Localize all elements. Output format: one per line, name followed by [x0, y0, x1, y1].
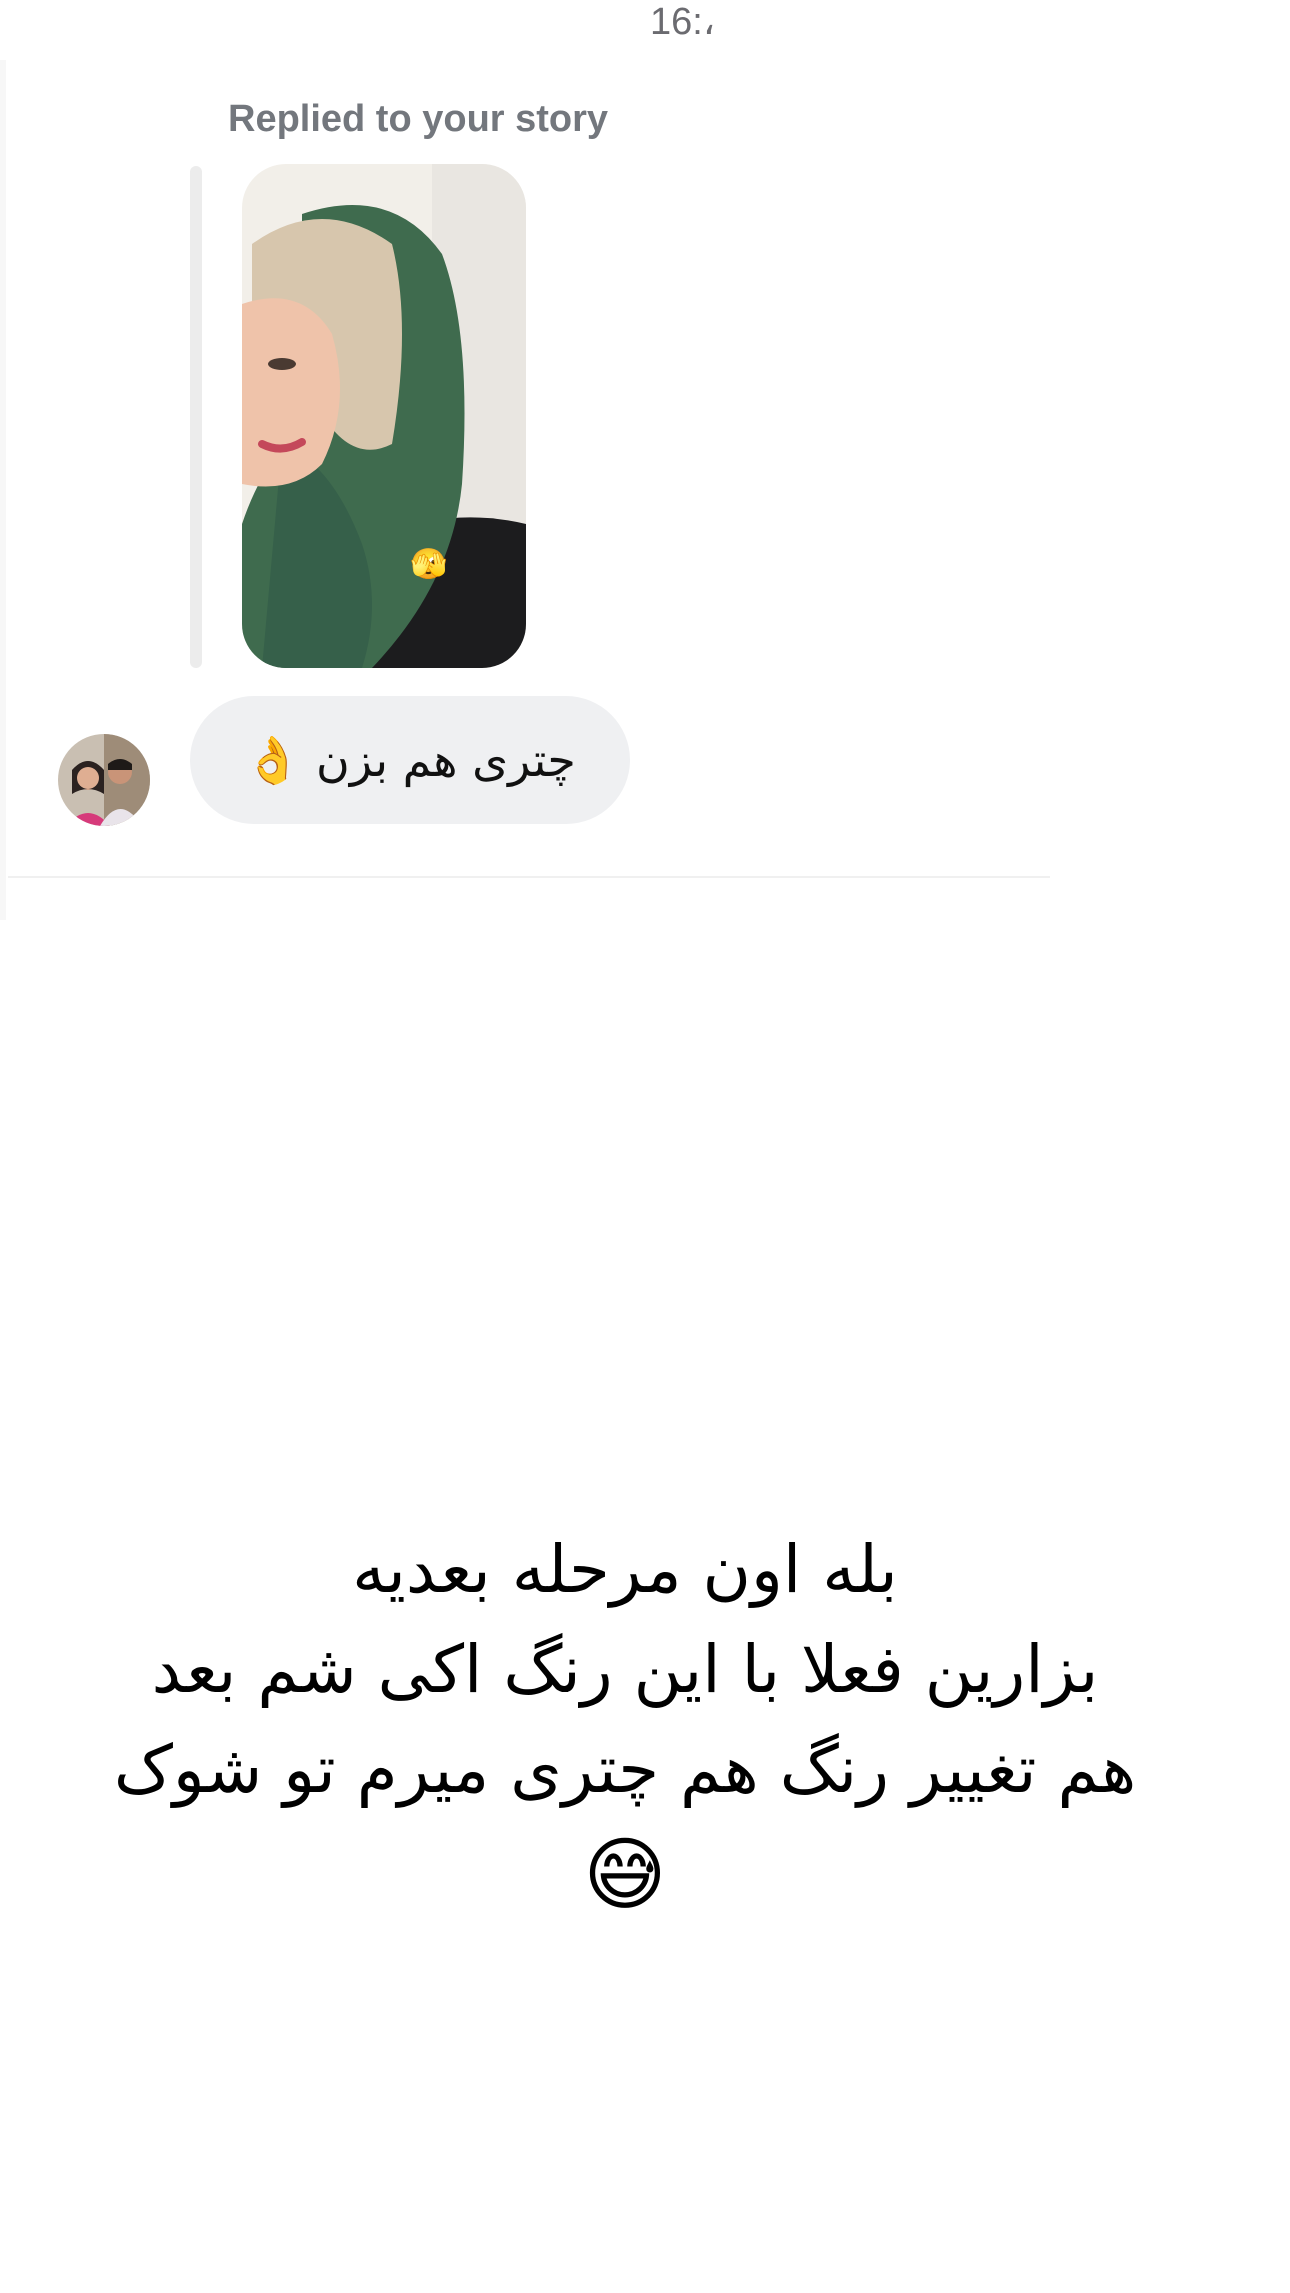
left-edge-strip — [0, 60, 6, 920]
annotation-line: بله اون مرحله بعديه — [352, 1531, 898, 1608]
reply-caption: Replied to your story — [228, 98, 609, 140]
avatar[interactable] — [58, 734, 150, 826]
avatar-photo — [58, 734, 150, 826]
message-text: چترى هم بزن 👌 — [244, 732, 576, 787]
story-photo — [242, 164, 526, 668]
annotation-emoji: 😅 — [583, 1828, 667, 1921]
status-time: 16:، — [650, 1, 716, 43]
divider — [8, 876, 1050, 878]
annotation-line: هم تغيير رنگ هم چترى ميرم تو شوک — [113, 1731, 1137, 1808]
message-bubble[interactable]: چترى هم بزن 👌 — [190, 696, 630, 824]
annotation-line: بزارين فعلا با اين رنگ اكى شم بعد — [151, 1631, 1099, 1708]
story-thumbnail[interactable]: 🫣 — [242, 164, 526, 668]
annotation-text: بله اون مرحله بعديه بزارين فعلا با اين ر… — [60, 1520, 1190, 1930]
story-sticker-emoji: 🫣 — [410, 547, 448, 582]
reply-quote-bar — [190, 166, 202, 668]
